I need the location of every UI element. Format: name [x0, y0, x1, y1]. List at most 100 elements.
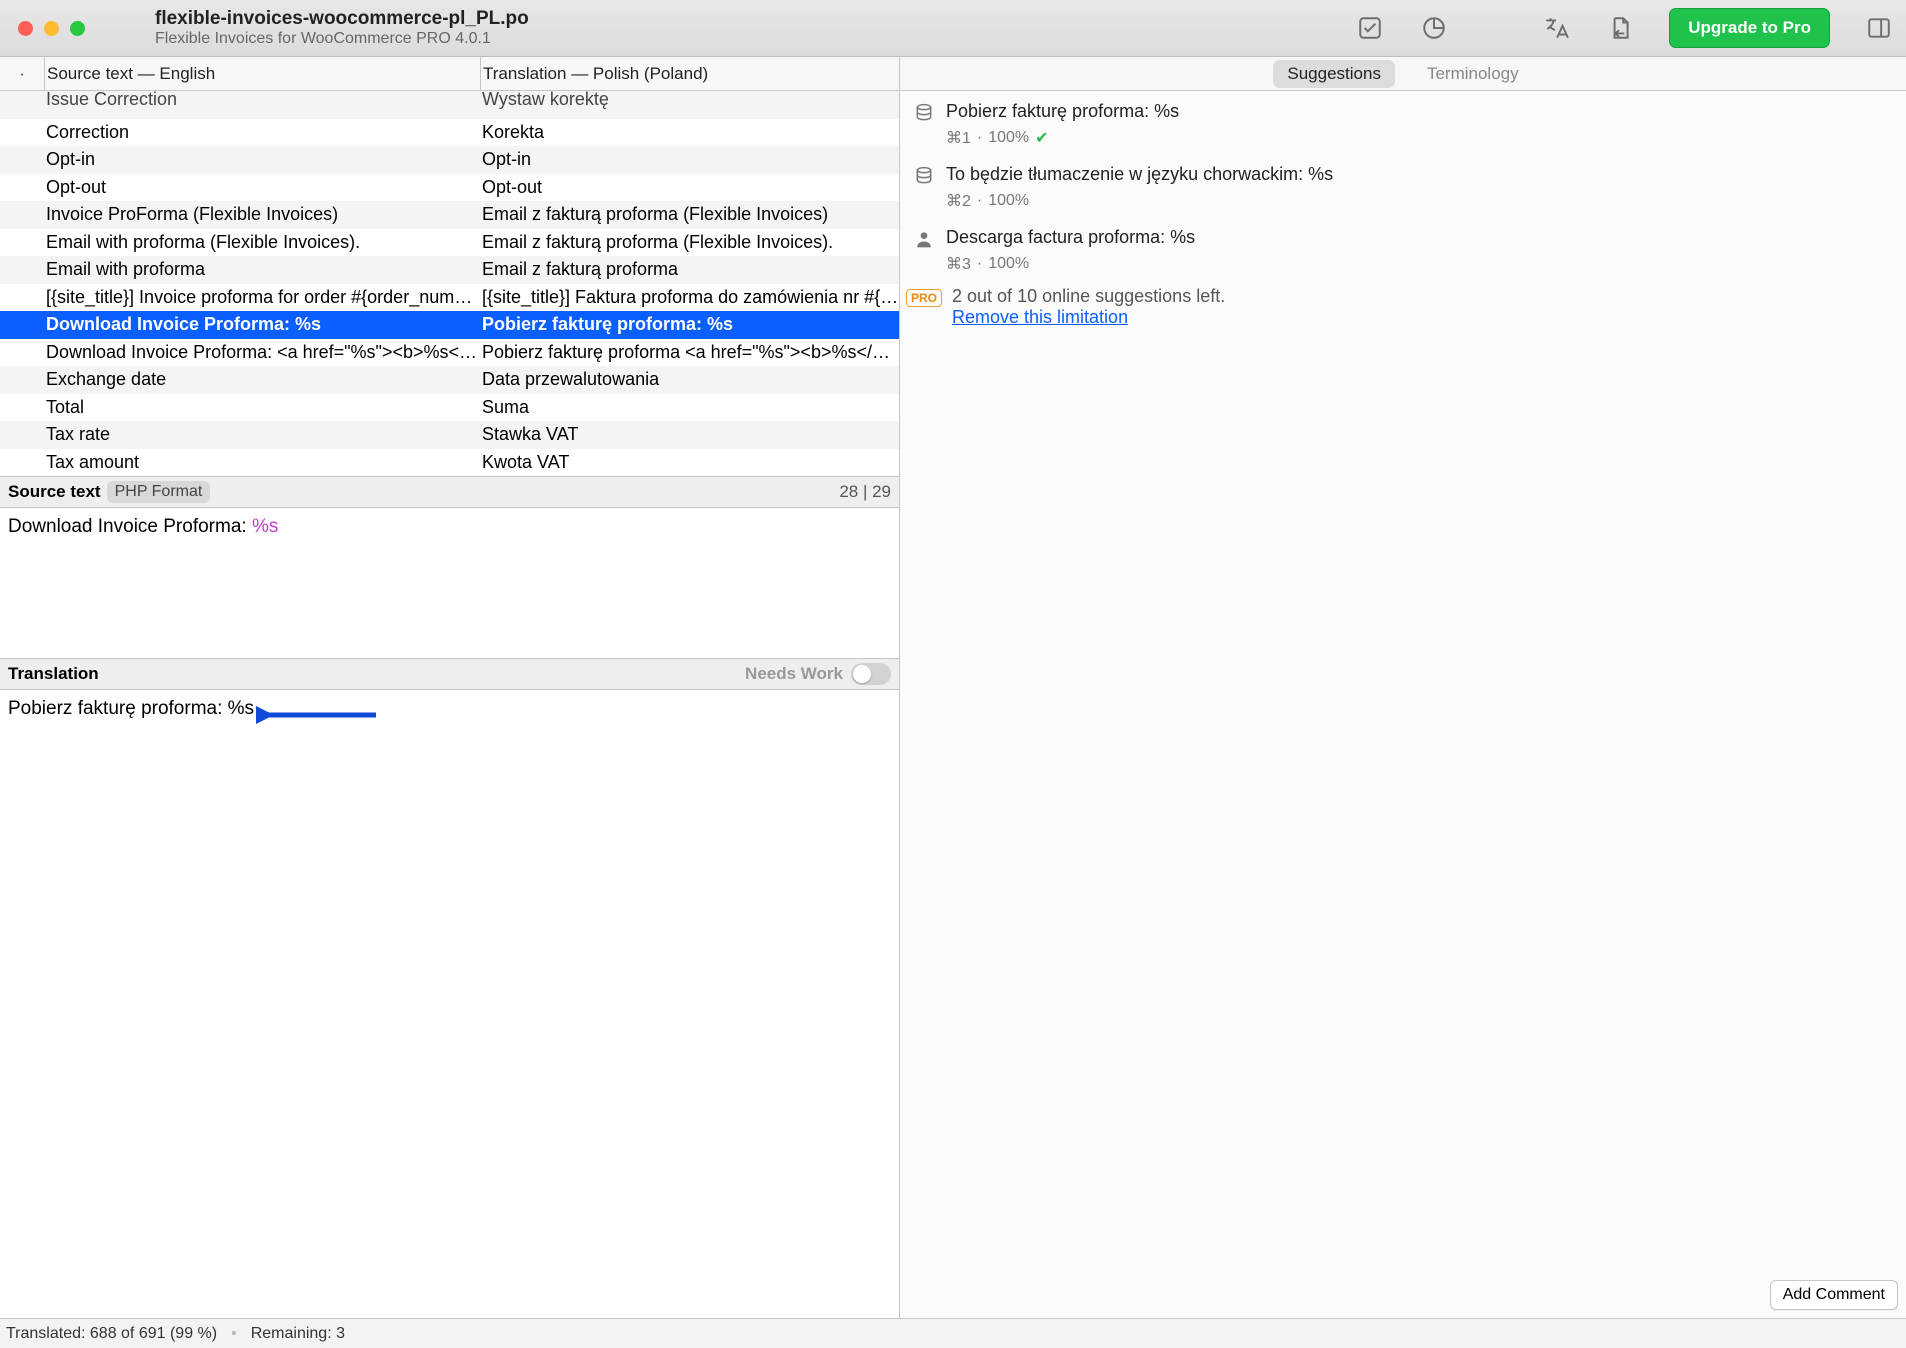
row-source: Email with proforma (Flexible Invoices).: [46, 232, 480, 253]
suggestion-score: 100%: [988, 129, 1029, 147]
row-translation: Email z fakturą proforma: [480, 259, 899, 280]
main: · Source text — English Translation — Po…: [0, 57, 1906, 1318]
char-counter: 28 | 29: [839, 482, 891, 502]
table-row[interactable]: CorrectionKorekta: [0, 119, 899, 147]
needs-work-toggle[interactable]: Needs Work: [745, 663, 891, 685]
source-text-area: Download Invoice Proforma: %s: [0, 508, 899, 658]
table-row[interactable]: Opt-inOpt-in: [0, 146, 899, 174]
row-source: Issue Correction: [46, 91, 480, 110]
tab-terminology[interactable]: Terminology: [1413, 60, 1533, 88]
row-source: [{site_title}] Invoice proforma for orde…: [46, 287, 480, 308]
row-translation: Opt-in: [480, 149, 899, 170]
translate-icon[interactable]: [1541, 13, 1571, 43]
right-sidebar: Suggestions Terminology Pobierz fakturę …: [900, 57, 1906, 1318]
right-tabs: Suggestions Terminology: [900, 57, 1906, 91]
maximize-window-button[interactable]: [70, 21, 85, 36]
translation-text: Pobierz fakturę proforma:: [8, 698, 228, 719]
statusbar: Translated: 688 of 691 (99 %) • Remainin…: [0, 1318, 1906, 1348]
row-translation: Email z fakturą proforma (Flexible Invoi…: [480, 204, 899, 225]
suggestion-title: Pobierz fakturę proforma: %s: [946, 101, 1892, 122]
titlebar: flexible-invoices-woocommerce-pl_PL.po F…: [0, 0, 1906, 57]
minimize-window-button[interactable]: [44, 21, 59, 36]
suggestion-item[interactable]: Descarga factura proforma: %s⌘3 · 100%: [914, 227, 1892, 274]
table-row[interactable]: Issue CorrectionWystaw korektę: [0, 91, 899, 119]
row-translation: Kwota VAT: [480, 452, 899, 473]
format-badge: PHP Format: [107, 481, 211, 503]
translation-pane-header: Translation Needs Work: [0, 658, 899, 690]
suggestion-meta: ⌘2 · 100%: [946, 191, 1892, 211]
status-translated: Translated: 688 of 691 (99 %): [6, 1325, 217, 1343]
person-icon: [914, 227, 936, 274]
validate-icon[interactable]: [1355, 13, 1385, 43]
row-translation: Pobierz fakturę proforma <a href="%s"><b…: [480, 342, 899, 363]
row-source: Opt-out: [46, 177, 480, 198]
needs-work-switch[interactable]: [851, 663, 891, 685]
source-pane-header: Source text PHP Format 28 | 29: [0, 476, 899, 508]
source-column-header[interactable]: Source text — English: [44, 57, 480, 90]
suggestion-title: To będzie tłumaczenie w języku chorwacki…: [946, 164, 1892, 185]
table-row[interactable]: Tax amountKwota VAT: [0, 449, 899, 477]
translation-rows[interactable]: Issue CorrectionWystaw korektęCorrection…: [0, 91, 899, 476]
database-icon: [914, 101, 936, 148]
window-title: flexible-invoices-woocommerce-pl_PL.po: [155, 9, 1355, 30]
suggestion-meta: ⌘3 · 100%: [946, 254, 1892, 274]
status-remaining: Remaining: 3: [251, 1325, 345, 1343]
suggestion-item[interactable]: To będzie tłumaczenie w języku chorwacki…: [914, 164, 1892, 211]
translation-text-area[interactable]: Pobierz fakturę proforma: %s: [0, 690, 899, 1318]
row-translation: Korekta: [480, 122, 899, 143]
stats-icon[interactable]: [1419, 13, 1449, 43]
row-source: Download Invoice Proforma: %s: [46, 314, 480, 335]
row-translation: Email z fakturą proforma (Flexible Invoi…: [480, 232, 899, 253]
suggestion-shortcut: ⌘1: [946, 128, 971, 148]
source-text: Download Invoice Proforma:: [8, 516, 252, 537]
table-row[interactable]: Download Invoice Proforma: %sPobierz fak…: [0, 311, 899, 339]
suggestions-list: Pobierz fakturę proforma: %s⌘1 · 100% ✔T…: [900, 91, 1906, 284]
tab-suggestions[interactable]: Suggestions: [1273, 60, 1395, 88]
translation-pane-label: Translation: [8, 664, 99, 684]
pro-limit-notice: PRO 2 out of 10 online suggestions left.…: [900, 284, 1906, 334]
table-row[interactable]: Exchange dateData przewalutowania: [0, 366, 899, 394]
row-source: Exchange date: [46, 369, 480, 390]
table-row[interactable]: Tax rateStawka VAT: [0, 421, 899, 449]
row-source: Email with proforma: [46, 259, 480, 280]
table-row[interactable]: [{site_title}] Invoice proforma for orde…: [0, 284, 899, 312]
table-row[interactable]: Download Invoice Proforma: <a href="%s">…: [0, 339, 899, 367]
close-window-button[interactable]: [18, 21, 33, 36]
needs-work-label: Needs Work: [745, 664, 843, 684]
row-source: Tax amount: [46, 452, 480, 473]
table-row[interactable]: Invoice ProForma (Flexible Invoices)Emai…: [0, 201, 899, 229]
check-icon: ✔: [1035, 128, 1048, 148]
row-source: Tax rate: [46, 424, 480, 445]
source-pane-label: Source text: [8, 482, 101, 502]
row-translation: [{site_title}] Faktura proforma do zamów…: [480, 287, 899, 308]
limit-text: 2 out of 10 online suggestions left.: [952, 286, 1225, 306]
table-row[interactable]: TotalSuma: [0, 394, 899, 422]
row-translation: Pobierz fakturę proforma: %s: [480, 314, 899, 335]
row-translation: Stawka VAT: [480, 424, 899, 445]
traffic-lights: [18, 21, 85, 36]
remove-limitation-link[interactable]: Remove this limitation: [952, 307, 1128, 327]
suggestion-score: 100%: [988, 192, 1029, 210]
column-headers: · Source text — English Translation — Po…: [0, 57, 899, 91]
source-placeholder: %s: [252, 516, 278, 537]
suggestion-score: 100%: [988, 255, 1029, 273]
suggestion-shortcut: ⌘3: [946, 254, 971, 274]
table-row[interactable]: Opt-outOpt-out: [0, 174, 899, 202]
upgrade-button[interactable]: Upgrade to Pro: [1669, 8, 1830, 48]
left-pane: · Source text — English Translation — Po…: [0, 57, 900, 1318]
export-icon[interactable]: [1605, 13, 1635, 43]
row-source: Download Invoice Proforma: <a href="%s">…: [46, 342, 480, 363]
table-row[interactable]: Email with proformaEmail z fakturą profo…: [0, 256, 899, 284]
translation-placeholder: %s: [228, 698, 254, 719]
row-translation: Wystaw korektę: [480, 91, 899, 110]
arrow-annotation: [256, 702, 386, 728]
window-title-block: flexible-invoices-woocommerce-pl_PL.po F…: [155, 9, 1355, 47]
translation-column-header[interactable]: Translation — Polish (Poland): [480, 57, 899, 90]
suggestion-item[interactable]: Pobierz fakturę proforma: %s⌘1 · 100% ✔: [914, 101, 1892, 148]
row-source: Invoice ProForma (Flexible Invoices): [46, 204, 480, 225]
table-row[interactable]: Email with proforma (Flexible Invoices).…: [0, 229, 899, 257]
suggestion-shortcut: ⌘2: [946, 191, 971, 211]
add-comment-button[interactable]: Add Comment: [1770, 1280, 1898, 1310]
toggle-sidebar-icon[interactable]: [1864, 13, 1894, 43]
window-subtitle: Flexible Invoices for WooCommerce PRO 4.…: [155, 30, 1355, 48]
